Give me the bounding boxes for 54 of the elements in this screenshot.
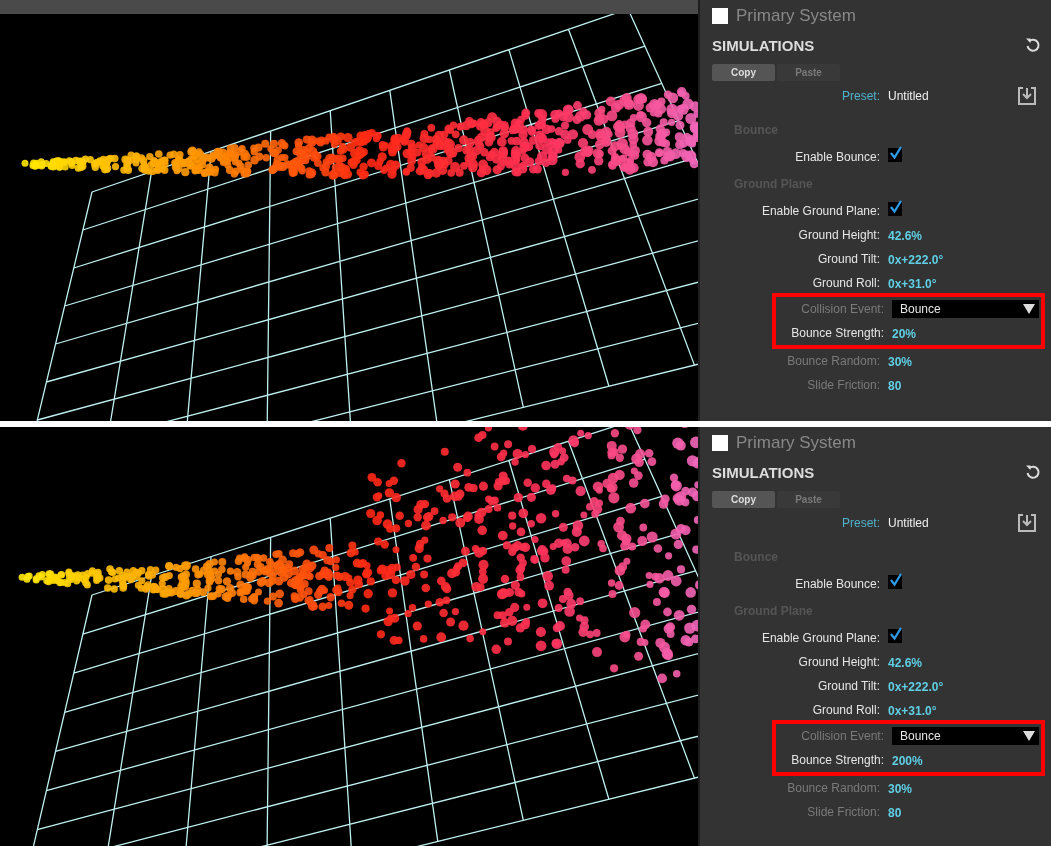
field-label: Bounce Strength: [790, 753, 884, 767]
system-swatch-icon [712, 8, 728, 24]
field-label: Ground Roll: [811, 276, 880, 290]
field-label: Slide Friction: [806, 805, 880, 819]
value-field[interactable]: 30% [888, 782, 913, 796]
value-field[interactable]: 0x+222.0° [888, 253, 944, 267]
field-label: Ground Roll: [811, 703, 880, 717]
value-field[interactable]: 80 [888, 806, 902, 820]
preset-value: Untitled [888, 89, 930, 103]
field-label: Bounce Random: [786, 354, 880, 368]
value-field[interactable]: 0x+31.0° [888, 704, 937, 718]
field-label: Enable Bounce: [794, 577, 880, 591]
value-field[interactable]: 200% [892, 754, 923, 768]
download-icon[interactable] [1017, 513, 1037, 533]
dropdown-arrow-icon [1023, 731, 1035, 741]
preset-label: Preset: [841, 516, 880, 530]
system-swatch-icon [712, 435, 728, 451]
field-label: Collision Event: [800, 729, 884, 743]
system-title: Primary System [736, 6, 856, 26]
dropdown-arrow-icon [1023, 304, 1035, 314]
reset-icon[interactable] [1025, 37, 1041, 53]
checkbox[interactable] [888, 202, 902, 216]
checkbox[interactable] [888, 575, 902, 589]
field-label: Enable Ground Plane: [760, 631, 880, 645]
field-label: Ground Height: [797, 655, 880, 669]
field-label: Collision Event: [800, 302, 884, 316]
system-title: Primary System [736, 433, 856, 453]
field-label: Bounce Strength: [790, 326, 884, 340]
value-field[interactable]: 0x+31.0° [888, 277, 937, 291]
reset-icon[interactable] [1025, 464, 1041, 480]
dropdown[interactable]: Bounce [892, 727, 1039, 745]
copy-button[interactable]: Copy [712, 491, 775, 508]
preset-label: Preset: [841, 89, 880, 103]
value-field[interactable]: 20% [892, 327, 917, 341]
value-field[interactable]: 0x+222.0° [888, 680, 944, 694]
download-icon[interactable] [1017, 86, 1037, 106]
checkbox[interactable] [888, 629, 902, 643]
section-title: SIMULATIONS [712, 463, 815, 481]
field-label: Slide Friction: [806, 378, 880, 392]
checkbox[interactable] [888, 148, 902, 162]
value-field[interactable]: 42.6% [888, 229, 923, 243]
field-label: Ground Tilt: [816, 252, 880, 266]
dropdown[interactable]: Bounce [892, 300, 1039, 318]
preset-value: Untitled [888, 516, 930, 530]
field-label: Ground Tilt: [816, 679, 880, 693]
field-label: Ground Height: [797, 228, 880, 242]
copy-button[interactable]: Copy [712, 64, 775, 81]
value-field[interactable]: 30% [888, 355, 913, 369]
value-field[interactable]: 80 [888, 379, 902, 393]
section-title: SIMULATIONS [712, 36, 815, 54]
value-field[interactable]: 42.6% [888, 656, 923, 670]
field-label: Enable Bounce: [794, 150, 880, 164]
field-label: Enable Ground Plane: [760, 204, 880, 218]
field-label: Bounce Random: [786, 781, 880, 795]
